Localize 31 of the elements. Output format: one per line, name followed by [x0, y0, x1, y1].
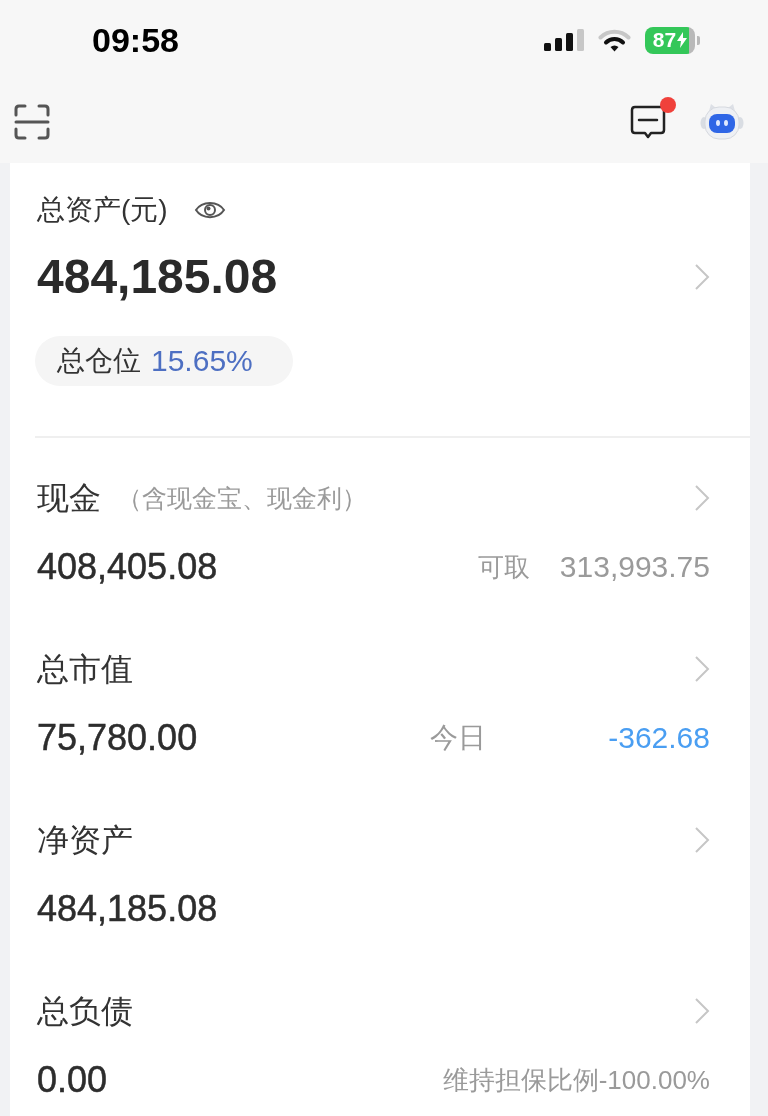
chevron-right-icon[interactable] [694, 655, 710, 683]
wifi-icon [598, 28, 631, 52]
signal-icon [544, 29, 584, 51]
charging-bolt-icon [677, 32, 688, 48]
scan-icon[interactable] [14, 103, 50, 140]
section-value: 0.00 [37, 1058, 108, 1102]
extra-note: 维持担保比例-100.00% [442, 1064, 710, 1097]
chevron-right-icon[interactable] [694, 997, 710, 1025]
section-title: 现金 [37, 479, 101, 518]
chevron-right-icon[interactable] [694, 263, 710, 291]
position-value: 15.65% [151, 344, 253, 378]
robot-avatar-icon[interactable] [700, 101, 744, 142]
total-assets-label: 总资产(元) [37, 193, 168, 227]
total-assets-amount: 484,185.08 [37, 249, 278, 305]
extra-value: -362.68 [608, 720, 710, 756]
extra-label: 可取 [477, 551, 530, 584]
section-title: 总负债 [37, 992, 133, 1031]
section-note: （含现金宝、现金利） [117, 483, 367, 514]
chevron-right-icon[interactable] [694, 484, 710, 512]
section-title: 总市值 [37, 650, 133, 689]
status-time: 09:58 [92, 20, 179, 60]
section-title: 净资产 [37, 821, 133, 860]
section-value: 75,780.00 [37, 716, 199, 760]
position-label: 总仓位 [57, 344, 141, 378]
extra-value: 313,993.75 [559, 549, 710, 585]
section-value: 408,405.08 [37, 545, 218, 589]
chevron-right-icon[interactable] [694, 826, 710, 854]
battery-percent: 87 [652, 28, 677, 52]
message-icon[interactable] [630, 104, 666, 139]
section-value: 484,185.08 [37, 887, 218, 931]
extra-label: 今日 [429, 721, 486, 755]
